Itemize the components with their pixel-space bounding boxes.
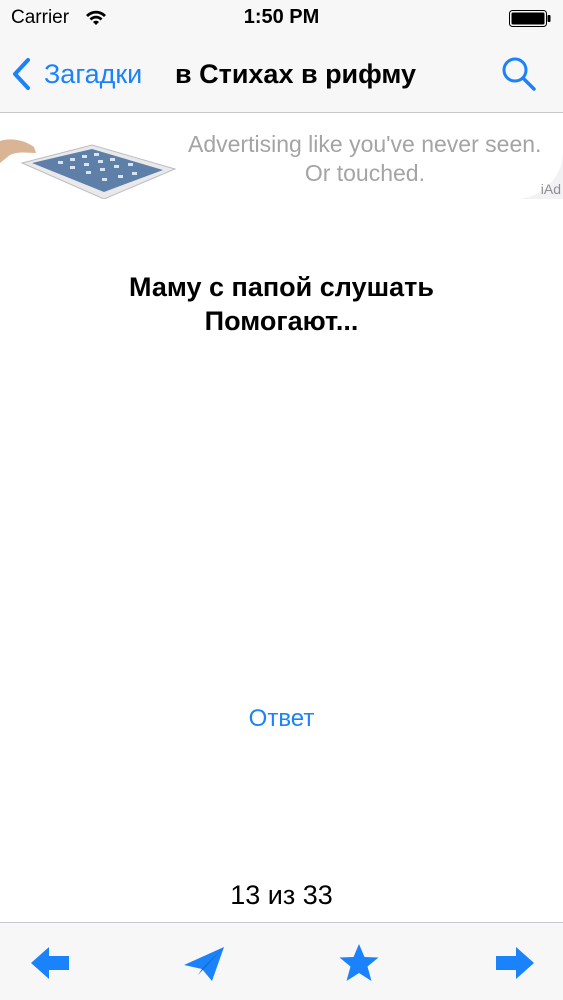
paper-plane-icon[interactable]: [182, 943, 226, 983]
app-screen: Carrier 1:50 PM Загадки в Стихах в рифму: [0, 0, 563, 1000]
search-icon[interactable]: [501, 56, 537, 92]
bottom-toolbar: [0, 922, 563, 1000]
ad-subline: Or touched.: [304, 160, 425, 186]
status-time: 1:50 PM: [243, 6, 320, 28]
back-button-label: Загадки: [44, 58, 143, 89]
arrow-right-icon[interactable]: [492, 943, 536, 983]
riddle-line-2: Помогают...: [204, 306, 359, 336]
page-title: в Стихах в рифму: [175, 59, 417, 89]
riddle-counter: 13 из 33: [230, 880, 333, 910]
ad-headline: Advertising like you've never seen.: [188, 131, 542, 157]
status-bar: Carrier 1:50 PM: [0, 0, 563, 36]
chevron-left-icon: [13, 58, 30, 90]
ipad-image: [0, 139, 177, 199]
ad-banner[interactable]: Advertising like you've never seen. Or t…: [0, 113, 563, 199]
navigation-bar: Загадки в Стихах в рифму: [0, 36, 563, 113]
answer-button[interactable]: Ответ: [0, 705, 563, 733]
riddle-line-1: Маму с папой слушать: [129, 272, 434, 302]
back-button[interactable]: Загадки: [10, 54, 142, 94]
riddle-text: Маму с папой слушать Помогают...: [0, 270, 563, 338]
arrow-left-icon[interactable]: [29, 943, 73, 983]
iad-tag: iAd: [540, 181, 561, 197]
battery-full-icon: [509, 10, 551, 27]
star-icon[interactable]: [337, 943, 381, 983]
